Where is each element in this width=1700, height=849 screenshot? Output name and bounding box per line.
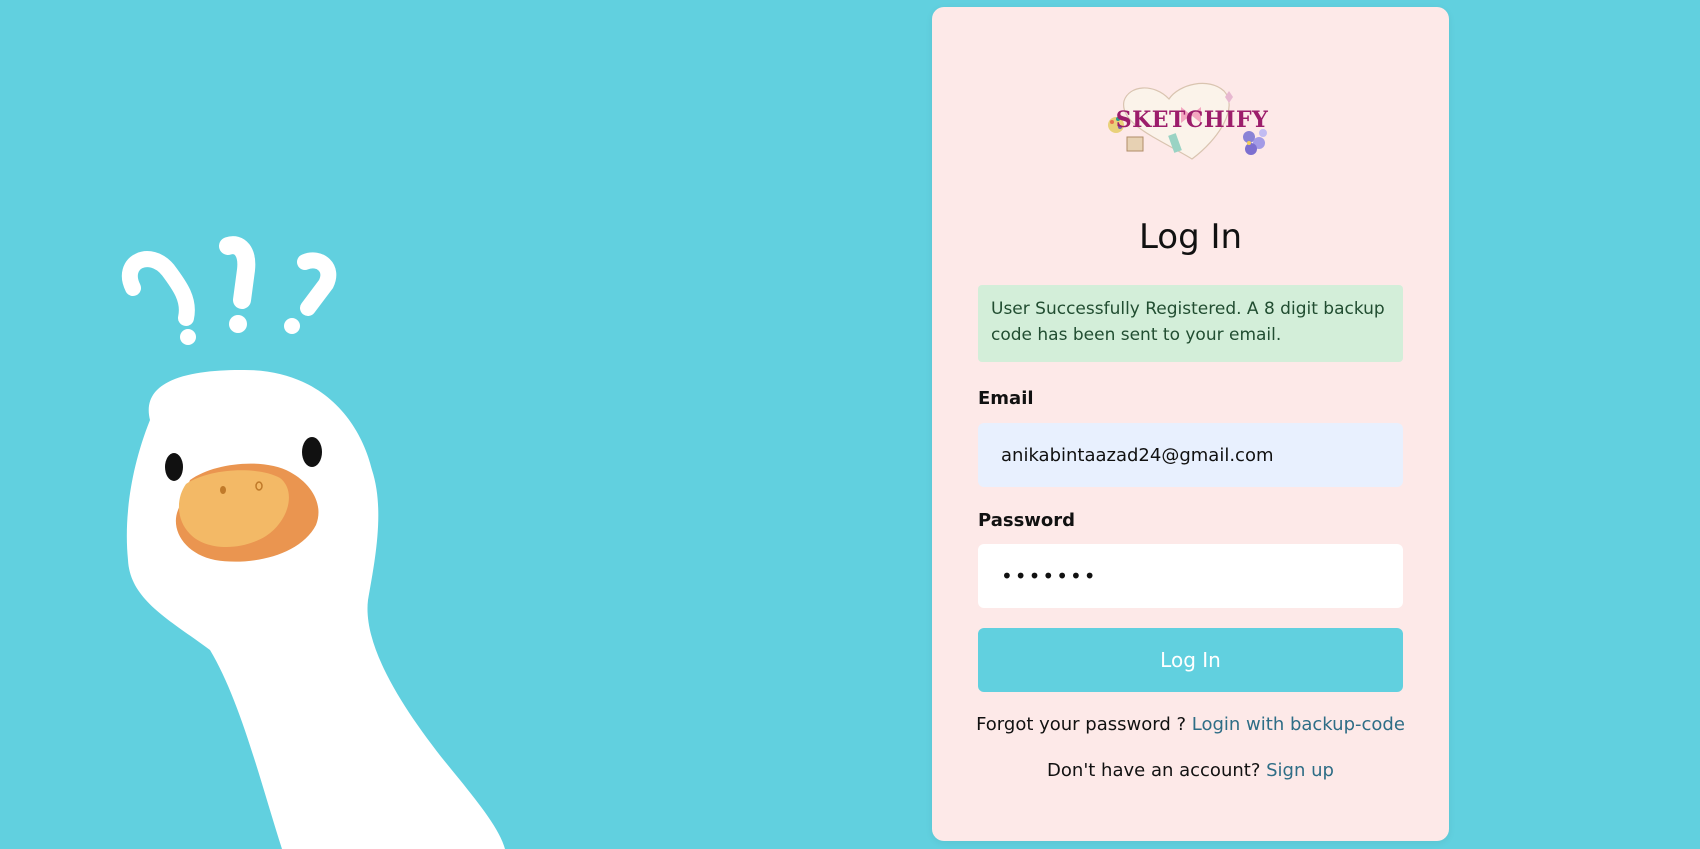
sketchify-logo: SKETCHIFY: [1099, 79, 1285, 163]
logo-text: SKETCHIFY: [1116, 107, 1269, 133]
question-marks-icon: [121, 236, 337, 345]
forgot-password-text: Forgot your password ?: [976, 714, 1187, 735]
backup-code-link[interactable]: Login with backup-code: [1192, 714, 1405, 735]
email-label: Email: [978, 388, 1034, 409]
signup-link[interactable]: Sign up: [1266, 760, 1334, 781]
page-title: Log In: [1138, 217, 1243, 257]
login-card: SKETCHIFY Log In User Successfully Regis…: [932, 7, 1449, 841]
goose-icon: [126, 369, 505, 849]
login-button[interactable]: Log In: [978, 628, 1403, 692]
success-alert: User Successfully Registered. A 8 digit …: [978, 285, 1403, 362]
password-field[interactable]: •••••••: [978, 544, 1403, 608]
forgot-password-row: Forgot your password ? Login with backup…: [932, 714, 1449, 735]
email-field[interactable]: anikabintaazad24@gmail.com: [978, 423, 1403, 487]
password-label: Password: [978, 510, 1076, 531]
signup-row: Don't have an account? Sign up: [932, 760, 1449, 781]
signup-prompt: Don't have an account?: [1047, 760, 1261, 781]
goose-illustration: [0, 0, 900, 849]
